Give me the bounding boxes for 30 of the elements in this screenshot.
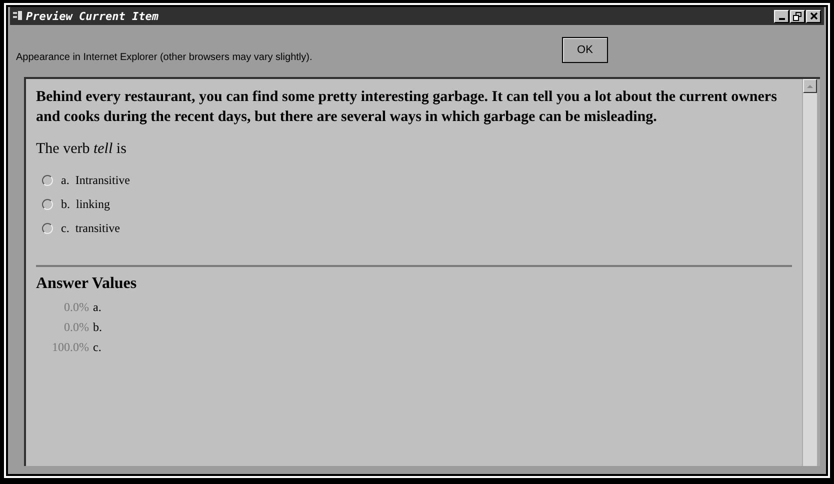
close-icon — [810, 12, 818, 20]
option-label: linking — [76, 197, 110, 212]
option-letter: a. — [61, 173, 70, 188]
restore-icon — [793, 12, 802, 20]
scrollbar[interactable] — [802, 79, 820, 466]
radio-button[interactable] — [42, 199, 53, 210]
answer-letter: b. — [93, 320, 102, 334]
answer-percent: 0.0% — [63, 300, 89, 314]
section-heading: Answer Values — [36, 275, 138, 293]
radio-button[interactable] — [42, 175, 53, 186]
radio-button[interactable] — [42, 223, 53, 234]
option-label: transitive — [75, 221, 120, 236]
answer-letter: a. — [93, 300, 102, 314]
ok-button[interactable]: OK — [562, 37, 608, 63]
option-letter: c. — [61, 221, 70, 236]
browser-note: Appearance in Internet Explorer (other browsers may vary slightly). — [16, 52, 312, 62]
window-title: Preview Current Item — [26, 10, 158, 22]
window-icon — [13, 11, 23, 21]
option-letter: b. — [61, 197, 70, 212]
passage-text: Behind every restaurant, you can find some pretty interesting garbage. It can tell you a lot about the current owners and cooks during the recent days, but there are several ways in which garbage can be misleading. — [36, 88, 778, 127]
answer-letter: c. — [93, 340, 102, 354]
answer-percent: 0.0% — [63, 320, 89, 334]
scroll-up-button[interactable] — [803, 79, 817, 93]
option-label: Intransitive — [75, 173, 130, 188]
up-arrow-icon — [807, 84, 813, 88]
restore-button[interactable] — [790, 10, 805, 22]
question-prompt: The verb tell is — [36, 141, 128, 158]
close-button[interactable] — [806, 10, 821, 22]
answer-percent: 100.0% — [51, 340, 89, 354]
minimize-button[interactable] — [774, 10, 789, 22]
